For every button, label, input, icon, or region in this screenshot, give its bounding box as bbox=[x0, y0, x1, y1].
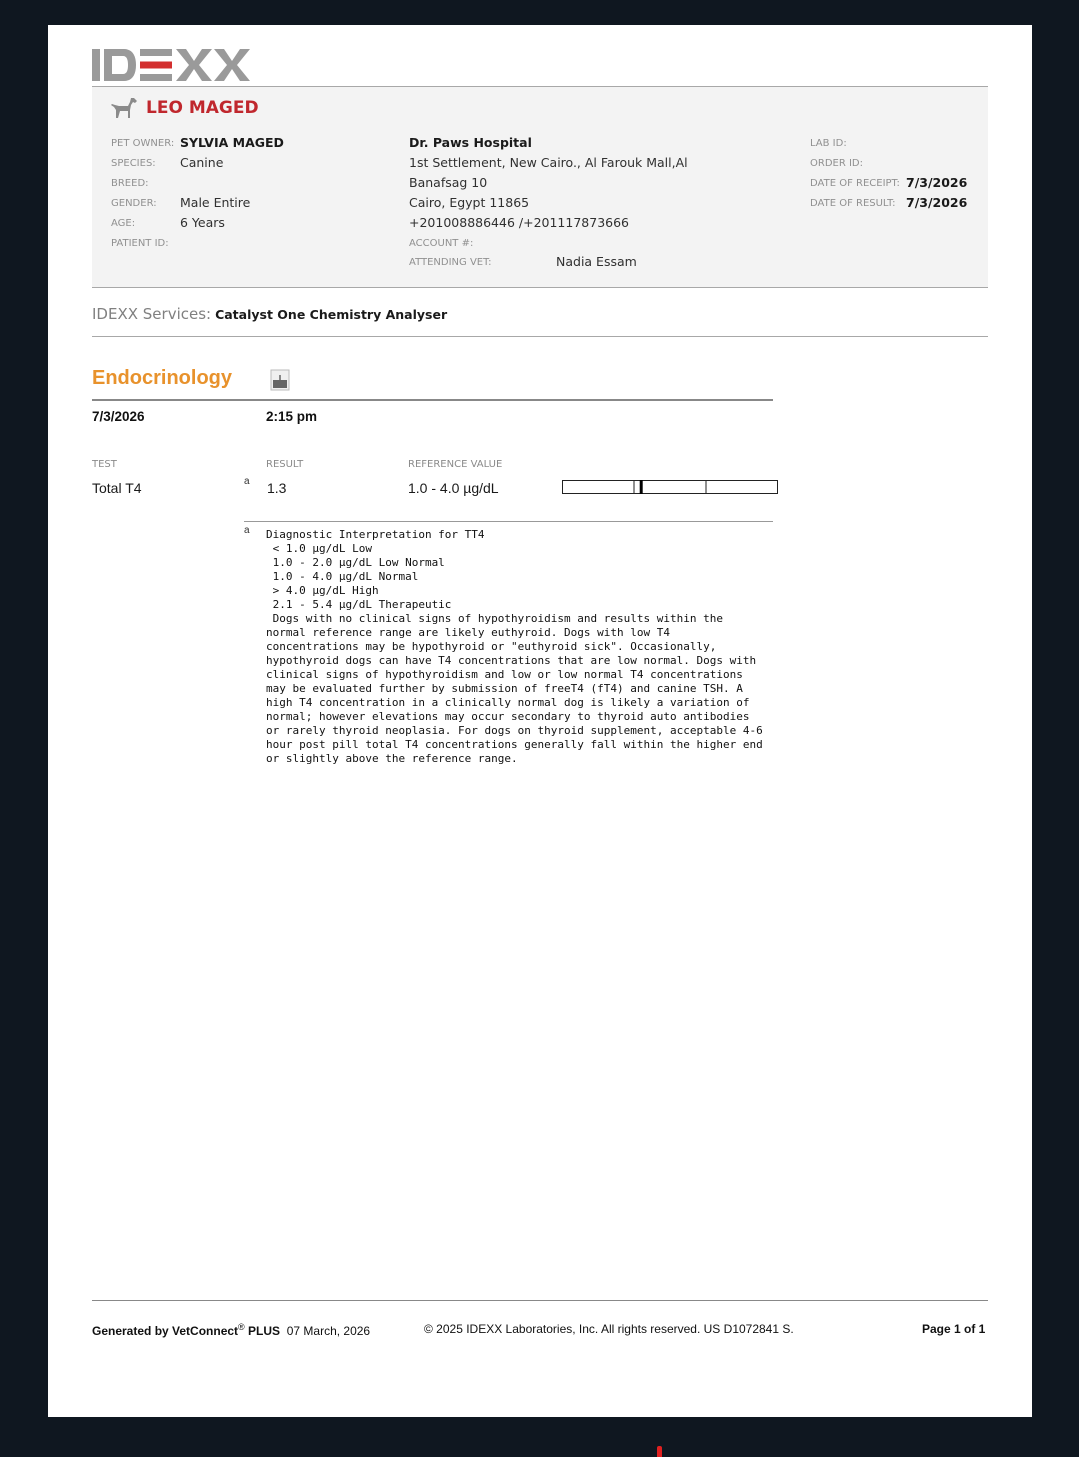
gender-label: GENDER: bbox=[111, 198, 157, 209]
date-of-result-value: 7/3/2026 bbox=[906, 195, 968, 210]
col-result-header: RESULT bbox=[266, 459, 304, 470]
services-rule bbox=[92, 336, 988, 337]
pet-owner-label: PET OWNER: bbox=[111, 138, 175, 149]
col-reference-header: REFERENCE VALUE bbox=[408, 459, 503, 470]
pet-owner-value: SYLVIA MAGED bbox=[180, 135, 284, 150]
interpretation-footnote-marker: a bbox=[244, 525, 250, 536]
section-title: Endocrinology bbox=[92, 367, 232, 389]
footer-rule bbox=[92, 1300, 988, 1301]
test-reference: 1.0 - 4.0 µg/dL bbox=[408, 480, 499, 496]
age-label: AGE: bbox=[111, 218, 136, 229]
pet-name: LEO MAGED bbox=[146, 98, 259, 118]
generated-date: 07 March, 2026 bbox=[286, 1324, 371, 1338]
dog-icon bbox=[111, 98, 137, 118]
account-label: ACCOUNT #: bbox=[409, 238, 474, 249]
gender-value: Male Entire bbox=[180, 195, 251, 210]
result-date: 7/3/2026 bbox=[92, 409, 145, 424]
attending-vet-value: Nadia Essam bbox=[556, 254, 637, 269]
result-time: 2:15 pm bbox=[266, 409, 318, 424]
species-label: SPECIES: bbox=[111, 158, 156, 169]
clinic-address-line2: Banafsag 10 bbox=[409, 175, 488, 190]
clinic-phone: +201008886446 /+201117873666 bbox=[409, 215, 630, 230]
reference-range-bar bbox=[562, 480, 778, 494]
footer-copyright: © 2025 IDEXX Laboratories, Inc. All righ… bbox=[424, 1322, 794, 1336]
species-value: Canine bbox=[180, 155, 224, 170]
test-result: 1.3 bbox=[267, 480, 287, 496]
generated-plus: PLUS bbox=[248, 1324, 281, 1338]
idexx-services: IDEXX Services: Catalyst One Chemistry An… bbox=[92, 304, 447, 323]
diagnostic-interpretation: Diagnostic Interpretation for TT4 < 1.0 … bbox=[266, 528, 763, 765]
breed-label: BREED: bbox=[111, 178, 149, 189]
section-rule bbox=[92, 399, 773, 401]
age-value: 6 Years bbox=[180, 215, 225, 230]
info-bottom-rule bbox=[92, 287, 988, 288]
lab-id-label: LAB ID: bbox=[810, 138, 847, 149]
clinic-address-line3: Cairo, Egypt 11865 bbox=[409, 195, 530, 210]
analyzer-icon[interactable] bbox=[270, 369, 290, 391]
date-of-receipt-value: 7/3/2026 bbox=[906, 175, 968, 190]
date-of-result-label: DATE OF RESULT: bbox=[810, 198, 896, 209]
row-rule bbox=[244, 521, 773, 522]
patient-id-label: PATIENT ID: bbox=[111, 238, 169, 249]
services-value: Catalyst One Chemistry Analyser bbox=[215, 307, 448, 322]
date-of-receipt-label: DATE OF RECEIPT: bbox=[810, 178, 900, 189]
order-id-label: ORDER ID: bbox=[810, 158, 863, 169]
patient-info-panel: LEO MAGED PET OWNER: SYLVIA MAGED SPECIE… bbox=[92, 87, 988, 287]
col-test-header: TEST bbox=[92, 459, 117, 470]
test-name: Total T4 bbox=[92, 480, 142, 496]
clinic-address-line1: 1st Settlement, New Cairo., Al Farouk Ma… bbox=[409, 155, 688, 170]
red-marker bbox=[657, 1446, 662, 1457]
idexx-logo bbox=[92, 49, 250, 81]
attending-vet-label: ATTENDING VET: bbox=[409, 257, 492, 268]
report-page: LEO MAGED PET OWNER: SYLVIA MAGED SPECIE… bbox=[48, 25, 1032, 1417]
services-label: IDEXX Services: bbox=[92, 305, 212, 323]
registered-mark: ® bbox=[238, 1322, 245, 1332]
page-number: Page 1 of 1 bbox=[922, 1322, 986, 1336]
footnote-marker: a bbox=[244, 476, 250, 487]
generated-by: Generated by VetConnect bbox=[92, 1324, 239, 1338]
clinic-name: Dr. Paws Hospital bbox=[409, 135, 532, 150]
footer-generated: Generated by VetConnect® PLUS 07 March, … bbox=[92, 1322, 370, 1338]
